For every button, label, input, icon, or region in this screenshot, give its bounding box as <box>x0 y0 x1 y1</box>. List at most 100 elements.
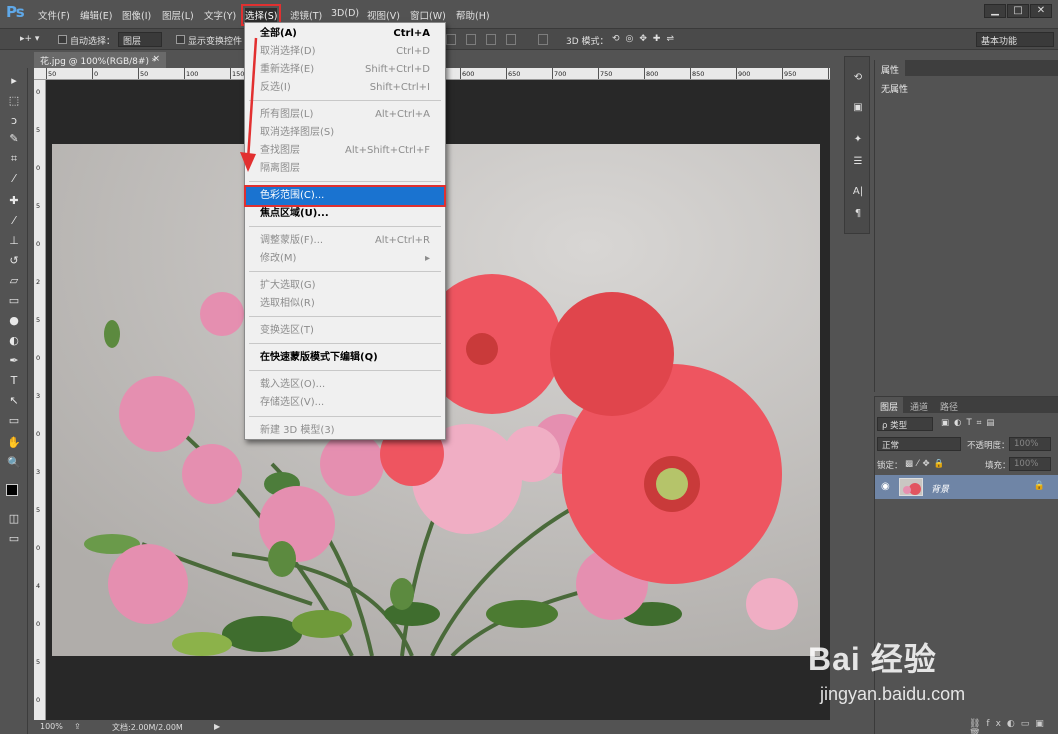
move-tool-icon[interactable]: ▸ <box>7 74 21 88</box>
crop-tool-icon[interactable]: ⌗ <box>7 152 21 166</box>
select-menu-item[interactable]: 全部(A) Ctrl+A <box>246 25 444 43</box>
quick-mask-icon[interactable]: ◫ <box>7 512 21 526</box>
tab-layers[interactable]: 图层 <box>875 397 904 413</box>
menu-item-shortcut: Alt+Ctrl+R <box>374 235 430 246</box>
menu-select[interactable]: 选择(S) <box>240 4 282 26</box>
select-menu-item[interactable]: 色彩范围(C)... <box>244 185 446 207</box>
marquee-tool-icon[interactable]: ⬚ <box>7 94 21 108</box>
menu-item-label: 修改(M) <box>260 253 297 264</box>
foreground-color-swatch[interactable] <box>6 484 18 496</box>
hand-tool-icon[interactable]: ✋ <box>7 436 21 450</box>
tab-paths[interactable]: 路径 <box>935 397 963 413</box>
menu-help[interactable]: 帮助(H) <box>456 8 490 22</box>
ruler-tick-label: 0 <box>36 88 41 96</box>
select-menu-item[interactable]: 在快速蒙版模式下编辑(Q) <box>246 349 444 367</box>
menu-edit[interactable]: 编辑(E) <box>80 8 112 22</box>
distribute-icon[interactable] <box>506 34 516 45</box>
menu-3d[interactable]: 3D(D) <box>331 8 359 19</box>
submenu-arrow-icon: ▸ <box>424 253 430 264</box>
minimize-icon[interactable]: ▁ <box>984 4 1006 18</box>
maximize-icon[interactable]: □ <box>1007 4 1029 18</box>
quick-select-tool-icon[interactable]: ✎ <box>7 132 21 146</box>
shape-tool-icon[interactable]: ▭ <box>7 414 21 428</box>
gradient-tool-icon[interactable]: ▭ <box>7 294 21 308</box>
align-icon[interactable] <box>446 34 456 45</box>
screen-mode-icon[interactable]: ▭ <box>7 532 21 546</box>
dodge-tool-icon[interactable]: ◐ <box>7 334 21 348</box>
layer-filter-icons[interactable]: ▣◐T⌗▤ <box>941 418 999 434</box>
align-icon[interactable] <box>486 34 496 45</box>
tab-properties[interactable]: 属性 <box>875 60 906 76</box>
menu-separator <box>249 370 441 371</box>
opacity-field[interactable]: 100% <box>1009 437 1051 451</box>
select-menu-item: 隔离图层 <box>246 160 444 178</box>
brush-tool-icon[interactable]: ⁄ <box>7 214 21 228</box>
layer-row-background[interactable]: ◉ 背景 🔒 <box>875 475 1058 499</box>
zoom-level[interactable]: 100% <box>40 722 63 731</box>
fill-field[interactable]: 100% <box>1009 457 1051 471</box>
status-menu-arrow-icon[interactable]: ▶ <box>214 722 220 731</box>
blend-mode-dropdown[interactable]: 正常 <box>877 437 961 451</box>
close-tab-icon[interactable]: × <box>152 54 160 64</box>
menu-window[interactable]: 窗口(W) <box>410 8 446 22</box>
close-icon[interactable]: ✕ <box>1030 4 1052 18</box>
layer-actions-bar[interactable]: ⛓fx◐▭▣🗑 <box>969 719 1058 734</box>
menu-item-label: 存储选区(V)... <box>260 397 325 408</box>
menu-file[interactable]: 文件(F) <box>38 8 70 22</box>
paragraph-icon[interactable]: ¶ <box>851 207 865 221</box>
ruler-tick-label: 5 <box>36 126 41 134</box>
auto-align-icon[interactable] <box>538 34 548 45</box>
menu-image[interactable]: 图像(I) <box>122 8 151 22</box>
healing-tool-icon[interactable]: ✚ <box>7 194 21 208</box>
stamp-tool-icon[interactable]: ⊥ <box>7 234 21 248</box>
menu-type[interactable]: 文字(Y) <box>204 8 236 22</box>
type-tool-icon[interactable]: T <box>7 374 21 388</box>
align-icon[interactable] <box>466 34 476 45</box>
eraser-tool-icon[interactable]: ▱ <box>7 274 21 288</box>
lock-label: 锁定： <box>877 461 903 471</box>
history-brush-tool-icon[interactable]: ↺ <box>7 254 21 268</box>
menu-layer[interactable]: 图层(L) <box>162 8 194 22</box>
workspace-dropdown[interactable]: 基本功能 <box>976 32 1054 47</box>
share-icon[interactable]: ⇪ <box>74 722 81 731</box>
layer-filter-dropdown[interactable]: ρ 类型 <box>877 417 933 431</box>
lock-icon: 🔒 <box>1033 481 1045 491</box>
adjustments-icon[interactable]: ☰ <box>851 155 865 169</box>
ruler-tick-label: 3 <box>36 392 41 400</box>
history-icon[interactable]: ⟲ <box>851 71 865 85</box>
document-tab[interactable]: 花.jpg @ 100%(RGB/8#) * × <box>34 52 166 68</box>
ruler-tick-label: 650 <box>505 68 521 79</box>
tab-channels[interactable]: 通道 <box>905 397 933 413</box>
ruler-tick-label: 900 <box>735 68 751 79</box>
show-transform-checkbox[interactable] <box>176 35 185 44</box>
menu-item-label: 取消选择(D) <box>260 46 316 57</box>
character-icon[interactable]: A| <box>851 185 865 199</box>
zoom-tool-icon[interactable]: 🔍 <box>7 456 21 470</box>
auto-select-label: 自动选择： <box>70 37 116 47</box>
visibility-eye-icon[interactable]: ◉ <box>881 481 890 492</box>
select-menu-item: 所有图层(L) Alt+Ctrl+A <box>246 106 444 124</box>
select-menu-item: 查找图层 Alt+Shift+Ctrl+F <box>246 142 444 160</box>
auto-select-checkbox[interactable] <box>58 35 67 44</box>
lasso-tool-icon[interactable]: ↄ <box>7 114 21 128</box>
select-menu-item: 选取相似(R) <box>246 295 444 313</box>
menu-filter[interactable]: 滤镜(T) <box>290 8 322 22</box>
menu-view[interactable]: 视图(V) <box>367 8 400 22</box>
ruler-tick-label: 600 <box>459 68 475 79</box>
lock-icons[interactable]: ▩⁄✥🔒 <box>905 459 948 475</box>
ruler-tick-label: 50 <box>137 68 149 79</box>
move-tool-icon[interactable]: ▸+ ▾ <box>20 34 39 44</box>
ruler-tick-label: 100 <box>183 68 199 79</box>
actions-icon[interactable]: ▣ <box>851 101 865 115</box>
select-menu-item: 反选(I) Shift+Ctrl+I <box>246 79 444 97</box>
auto-select-dropdown[interactable]: 图层 <box>118 32 162 47</box>
select-menu-item[interactable]: 焦点区域(U)... <box>246 205 444 223</box>
photoshop-window: Ps 文件(F) 编辑(E) 图像(I) 图层(L) 文字(Y) 选择(S) 滤… <box>0 0 1058 734</box>
3d-mode-icons[interactable]: ⟲◎✥✚⇌ <box>612 34 680 44</box>
path-select-tool-icon[interactable]: ↖ <box>7 394 21 408</box>
layer-name[interactable]: 背景 <box>931 482 949 495</box>
blur-tool-icon[interactable]: ● <box>7 314 21 328</box>
brush-presets-icon[interactable]: ✦ <box>851 133 865 147</box>
eyedropper-tool-icon[interactable]: ⁄ <box>7 172 21 186</box>
pen-tool-icon[interactable]: ✒ <box>7 354 21 368</box>
